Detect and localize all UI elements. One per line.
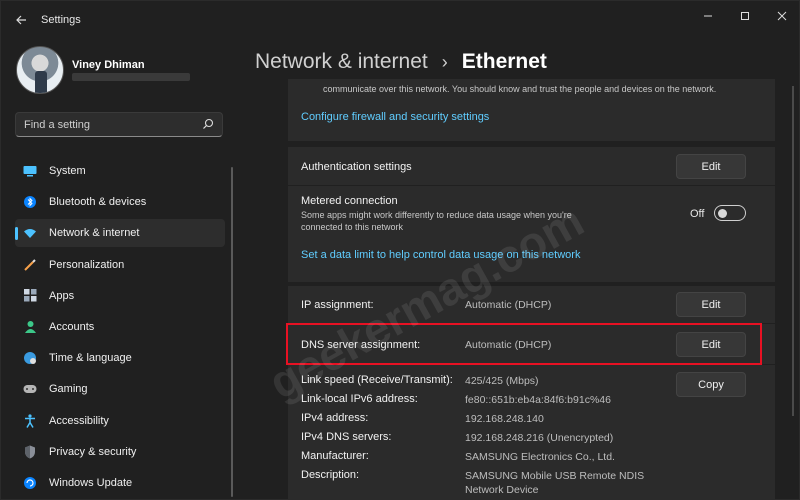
sidebar-item-label: Network & internet (49, 227, 140, 240)
user-email-redacted (72, 73, 190, 81)
ip-assignment-edit-button[interactable]: Edit (676, 292, 746, 317)
toggle-knob (718, 209, 727, 218)
sidebar-item-label: Personalization (49, 258, 125, 271)
sidebar-item-bluetooth[interactable]: Bluetooth & devices (15, 188, 225, 216)
sidebar-item-accessibility[interactable]: Accessibility (15, 407, 225, 435)
detail-label: IPv4 address: (301, 412, 369, 424)
search-icon[interactable] (202, 118, 214, 130)
metered-description-line2: connected to this network (301, 222, 404, 232)
apps-icon (23, 289, 37, 303)
maximize-button[interactable] (732, 7, 758, 25)
avatar[interactable] (16, 46, 64, 94)
metered-connection-toggle[interactable] (714, 205, 746, 221)
sidebar-nav: System Bluetooth & devices Network & int… (15, 157, 225, 500)
page-title: Ethernet (461, 50, 547, 73)
detail-value: SAMSUNG Electronics Co., Ltd. (465, 451, 615, 463)
sidebar-scrollbar[interactable] (231, 167, 233, 497)
sidebar-item-apps[interactable]: Apps (15, 282, 225, 310)
firewall-link[interactable]: Configure firewall and security settings (301, 111, 489, 123)
sidebar-item-label: Time & language (49, 352, 132, 365)
content-scrollbar[interactable] (792, 86, 794, 416)
sidebar-item-gaming[interactable]: Gaming (15, 375, 225, 403)
detail-value: 192.168.248.216 (Unencrypted) (465, 432, 614, 444)
sidebar-item-label: Accounts (49, 320, 95, 333)
search-input[interactable] (24, 117, 194, 133)
sidebar-item-accounts[interactable]: Accounts (15, 313, 225, 341)
minimize-button[interactable] (695, 7, 721, 25)
detail-value-continued: Network Device (465, 484, 539, 496)
accessibility-icon (23, 413, 37, 428)
sidebar-item-personalization[interactable]: Personalization (15, 251, 225, 279)
detail-value: 425/425 (Mbps) (465, 375, 539, 387)
system-icon (23, 164, 37, 178)
sidebar-item-network[interactable]: Network & internet (15, 219, 225, 248)
app-title: Settings (41, 14, 81, 26)
sidebar-item-label: Privacy & security (49, 445, 137, 458)
authentication-label: Authentication settings (301, 161, 412, 173)
time-language-icon (23, 351, 37, 365)
metered-connection-label: Metered connection (301, 195, 398, 207)
network-profile-description: communicate over this network. You shoul… (323, 84, 717, 94)
detail-label: Description: (301, 469, 360, 481)
authentication-edit-button[interactable]: Edit (676, 154, 746, 179)
bluetooth-icon (23, 195, 37, 209)
sidebar-item-privacy-security[interactable]: Privacy & security (15, 438, 225, 466)
detail-value: 192.168.248.140 (465, 413, 544, 425)
avatar-figure (35, 71, 47, 93)
network-icon (23, 226, 37, 240)
personalization-icon (23, 258, 37, 272)
sidebar-item-label: Bluetooth & devices (49, 196, 147, 209)
back-button[interactable] (9, 9, 33, 31)
privacy-icon (23, 445, 37, 459)
chevron-right-icon: › (441, 51, 448, 72)
gaming-icon (23, 382, 37, 396)
maximize-icon (741, 12, 749, 20)
sidebar-item-label: Apps (49, 289, 75, 302)
copy-button[interactable]: Copy (676, 372, 746, 397)
title-bar: Settings (1, 1, 800, 39)
minimize-icon (704, 15, 712, 17)
settings-window: Settings Viney Dhiman System (0, 0, 800, 500)
search-box[interactable] (15, 112, 223, 137)
detail-label: IPv4 DNS servers: (301, 431, 392, 443)
breadcrumb: Network & internet › Ethernet (255, 47, 547, 77)
detail-label: Link-local IPv6 address: (301, 393, 418, 405)
sidebar-item-label: Windows Update (49, 476, 133, 489)
sidebar-item-windows-update[interactable]: Windows Update (15, 469, 225, 497)
arrow-left-icon (16, 15, 26, 25)
sidebar-item-time-language[interactable]: Time & language (15, 344, 225, 372)
close-button[interactable] (769, 7, 795, 25)
accounts-icon (23, 320, 37, 334)
windows-update-icon (23, 476, 37, 490)
sidebar-item-label: Gaming (49, 383, 88, 396)
sidebar-item-label: System (49, 165, 86, 177)
sidebar-item-label: Accessibility (49, 414, 109, 427)
detail-value: SAMSUNG Mobile USB Remote NDIS (465, 470, 645, 482)
user-name: Viney Dhiman (72, 59, 145, 71)
sidebar-item-system[interactable]: System (15, 157, 225, 185)
close-icon (777, 11, 787, 21)
metered-toggle-state: Off (690, 208, 705, 220)
breadcrumb-parent[interactable]: Network & internet (255, 50, 428, 74)
detail-value: fe80::651b:eb4a:84f6:b91c%46 (465, 394, 611, 406)
detail-label: Manufacturer: (301, 450, 369, 462)
